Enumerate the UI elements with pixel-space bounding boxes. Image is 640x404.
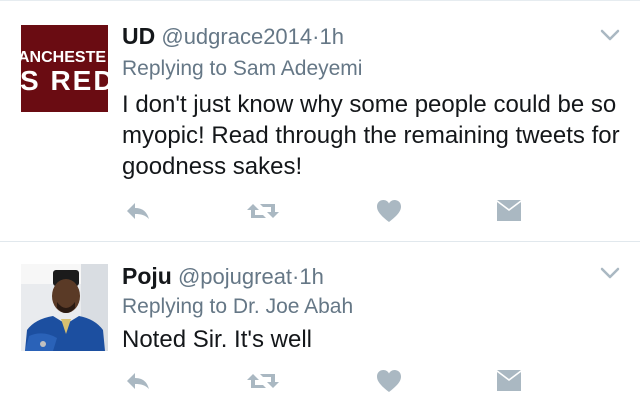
avatar[interactable] xyxy=(21,264,108,351)
replying-to-label: Replying to xyxy=(122,295,228,318)
avatar-logo-text: S RED xyxy=(21,65,108,96)
heart-icon xyxy=(377,370,401,392)
chevron-down-icon xyxy=(600,267,620,279)
tweet-menu-button[interactable] xyxy=(600,28,620,42)
author-handle[interactable]: @udgrace2014 xyxy=(161,24,312,49)
replying-to-label: Replying to xyxy=(122,57,228,80)
like-button[interactable] xyxy=(374,366,404,396)
tweet-time[interactable]: 1h xyxy=(299,264,323,289)
tweet-header: UD @udgrace2014·1h xyxy=(122,22,344,51)
replying-to: Replying to Dr. Joe Abah xyxy=(122,294,353,320)
author-handle[interactable]: @pojugreat xyxy=(178,264,292,289)
author-name[interactable]: UD xyxy=(122,23,155,49)
chevron-down-icon xyxy=(600,29,620,41)
reply-button[interactable] xyxy=(123,196,153,226)
tweet-actions xyxy=(0,196,640,226)
tweet-text: I don't just know why some people could … xyxy=(122,91,620,180)
retweet-button[interactable] xyxy=(244,366,282,396)
envelope-icon xyxy=(497,370,521,391)
avatar[interactable]: ANCHESTE S RED xyxy=(21,25,108,112)
tweet-header: Poju @pojugreat·1h xyxy=(122,262,324,291)
like-button[interactable] xyxy=(374,196,404,226)
author-name[interactable]: Poju xyxy=(122,263,172,289)
retweet-icon xyxy=(247,374,279,388)
replying-to-user[interactable]: Sam Adeyemi xyxy=(233,57,363,80)
reply-icon xyxy=(127,203,149,219)
heart-icon xyxy=(377,200,401,222)
tweet-text: Noted Sir. It's well xyxy=(122,326,312,353)
replying-to: Replying to Sam Adeyemi xyxy=(122,56,362,82)
retweet-icon xyxy=(247,204,279,218)
reply-icon xyxy=(127,373,149,389)
tweet[interactable]: ANCHESTE S RED UD @udgrace2014·1h Replyi… xyxy=(0,4,640,241)
tweet-menu-button[interactable] xyxy=(600,266,620,280)
tweet[interactable]: Poju @pojugreat·1h Replying to Dr. Joe A… xyxy=(0,242,640,404)
profile-photo xyxy=(21,264,108,351)
direct-message-button[interactable] xyxy=(494,196,524,226)
envelope-icon xyxy=(497,200,521,221)
top-border xyxy=(0,0,640,1)
reply-button[interactable] xyxy=(123,366,153,396)
retweet-button[interactable] xyxy=(244,196,282,226)
direct-message-button[interactable] xyxy=(494,366,524,396)
tweet-actions xyxy=(0,366,640,396)
replying-to-user[interactable]: Dr. Joe Abah xyxy=(233,295,353,318)
tweet-time[interactable]: 1h xyxy=(319,24,343,49)
